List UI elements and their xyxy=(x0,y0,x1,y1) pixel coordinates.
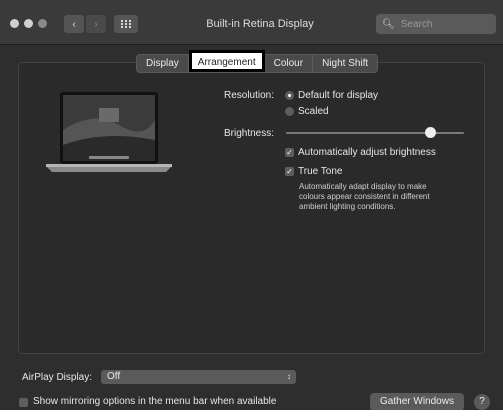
gather-windows-button[interactable]: Gather Windows xyxy=(370,393,464,411)
true-tone-description: Automatically adapt display to make colo… xyxy=(299,182,430,211)
tab-bar: Display Arrangement Colour Night Shift xyxy=(136,50,379,73)
minimize-window-button[interactable] xyxy=(24,19,33,28)
brightness-slider[interactable] xyxy=(286,132,464,134)
tab-night-shift[interactable]: Night Shift xyxy=(313,55,377,72)
resolution-default-radio[interactable] xyxy=(285,91,294,100)
back-button[interactable]: ‹ xyxy=(64,15,84,33)
airplay-display-value: Off xyxy=(107,371,121,382)
grid-icon xyxy=(121,20,131,28)
auto-brightness-label: Automatically adjust brightness xyxy=(298,147,436,158)
chevron-updown-icon: ↕ xyxy=(287,372,291,381)
auto-brightness-checkbox[interactable]: ✓ xyxy=(285,148,294,157)
close-window-button[interactable] xyxy=(10,19,19,28)
window-title: Built-in Retina Display xyxy=(206,18,314,30)
zoom-window-button[interactable] xyxy=(38,19,47,28)
mirroring-checkbox[interactable] xyxy=(19,398,28,407)
chevron-right-icon: › xyxy=(94,18,98,30)
search-input[interactable] xyxy=(398,17,493,31)
laptop-illustration xyxy=(46,92,172,172)
brightness-label: Brightness: xyxy=(223,128,274,139)
tab-colour[interactable]: Colour xyxy=(265,55,314,72)
show-all-button[interactable] xyxy=(114,15,138,33)
resolution-default-label: Default for display xyxy=(298,90,379,101)
tab-arrangement[interactable]: Arrangement xyxy=(188,50,265,72)
search-field[interactable]: 🔍︎ xyxy=(376,14,496,34)
mirroring-label: Show mirroring options in the menu bar w… xyxy=(33,396,277,407)
preferences-window: ‹ › Built-in Retina Display 🔍︎ Display A… xyxy=(0,0,503,416)
forward-button[interactable]: › xyxy=(86,15,106,33)
bottom-edge xyxy=(0,410,503,416)
true-tone-checkbox[interactable]: ✓ xyxy=(285,167,294,176)
tab-display[interactable]: Display xyxy=(137,55,189,72)
resolution-scaled-label: Scaled xyxy=(298,106,329,117)
search-icon: 🔍︎ xyxy=(382,18,395,30)
resolution-scaled-radio[interactable] xyxy=(285,107,294,116)
resolution-label: Resolution: xyxy=(223,90,274,101)
chevron-left-icon: ‹ xyxy=(72,18,76,30)
brightness-slider-knob[interactable] xyxy=(424,127,436,138)
help-button[interactable]: ? xyxy=(474,394,490,410)
true-tone-label: True Tone xyxy=(298,166,343,177)
airplay-display-select[interactable]: Off ↕ xyxy=(101,370,296,384)
title-bar: ‹ › Built-in Retina Display 🔍︎ xyxy=(0,0,503,45)
airplay-display-label: AirPlay Display: xyxy=(22,372,93,383)
